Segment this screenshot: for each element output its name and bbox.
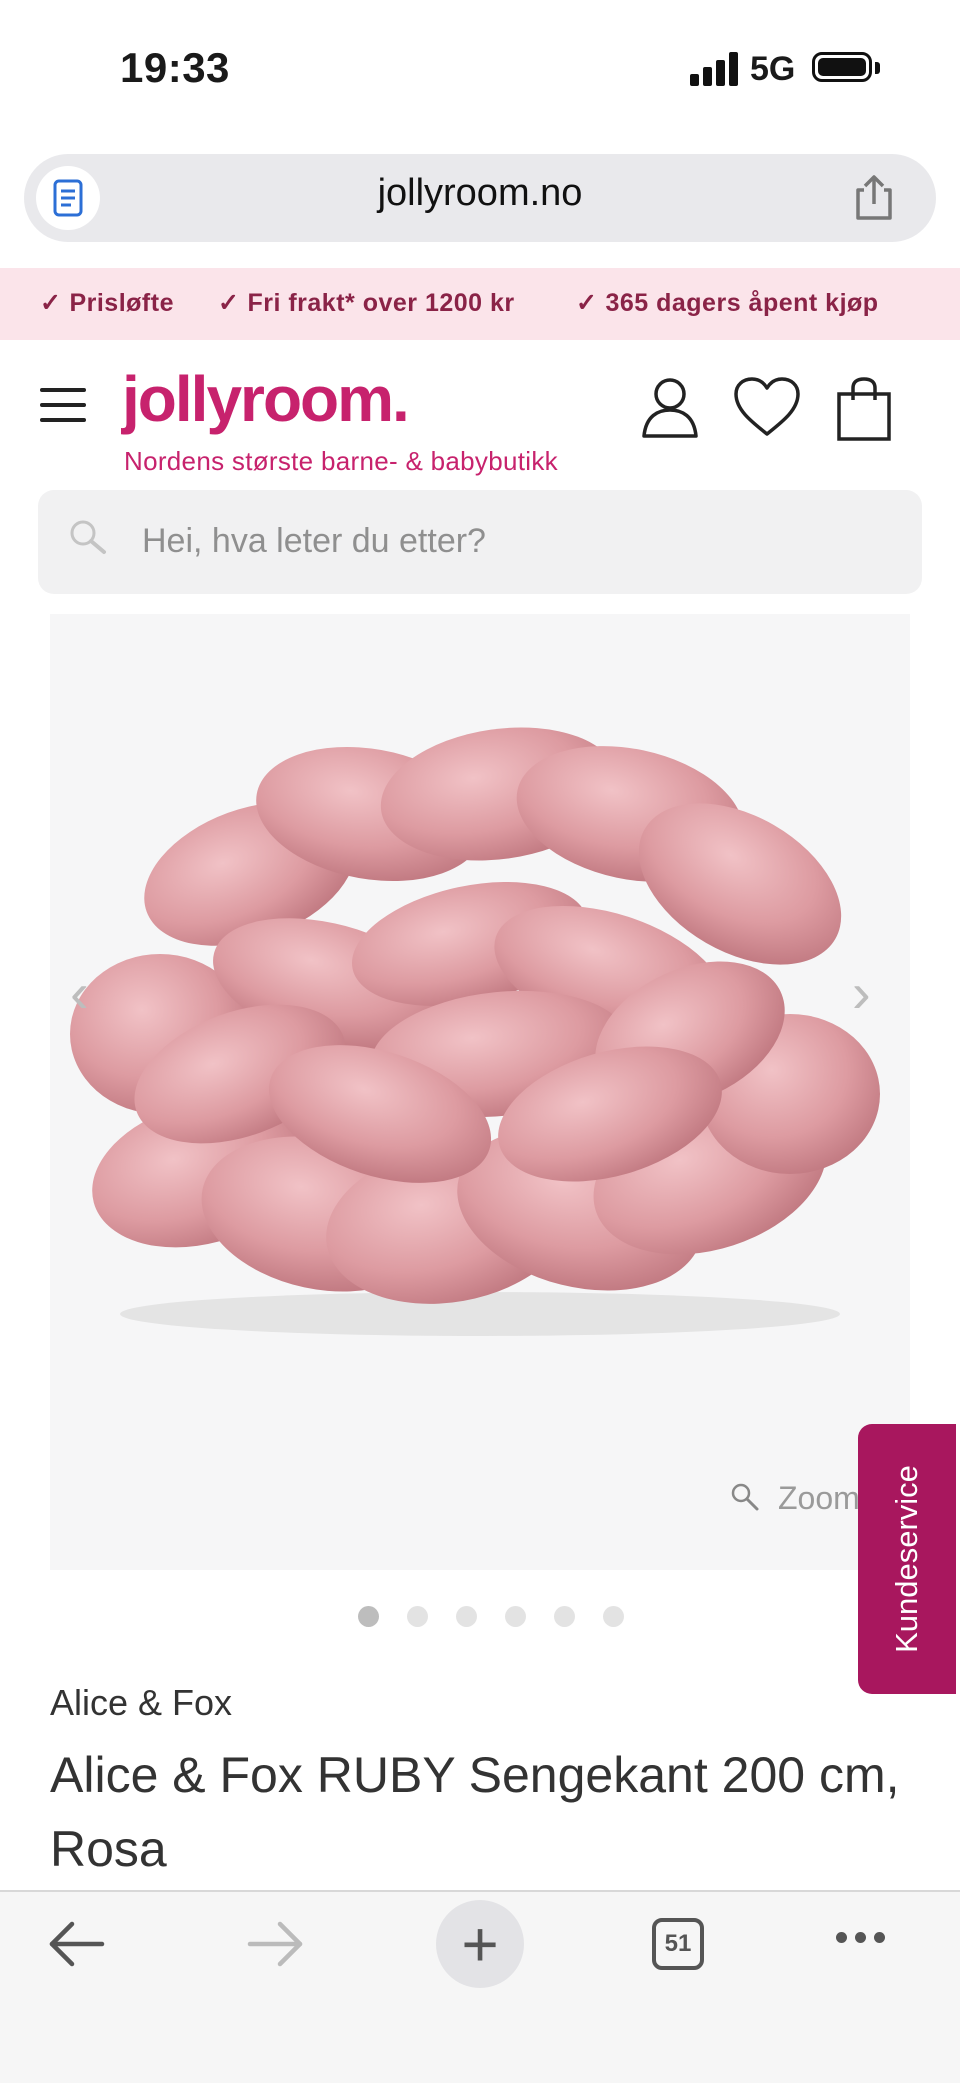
new-tab-plus-icon[interactable]: + (436, 1900, 524, 1988)
site-tagline: Nordens største barne- & babybutikk (124, 446, 558, 476)
gallery-pagination (358, 1606, 624, 1627)
pagination-dot[interactable] (407, 1606, 428, 1627)
usp-item: ✓ Fri frakt* over 1200 kr (218, 288, 515, 318)
battery-icon (812, 52, 872, 82)
forward-arrow-icon[interactable] (246, 1918, 306, 1975)
check-icon: ✓ (40, 289, 62, 317)
usp-label: Prisløfte (69, 289, 174, 317)
gallery-prev-icon[interactable]: ‹ (70, 960, 89, 1025)
pagination-dot[interactable] (358, 1606, 379, 1627)
url-text[interactable]: jollyroom.no (0, 172, 960, 215)
battery-tip (875, 62, 880, 74)
share-icon[interactable] (852, 174, 896, 227)
zoom-label: Zoom (778, 1480, 860, 1516)
cellular-signal-icon (690, 52, 738, 86)
customer-service-label: Kundeservice (889, 1465, 924, 1653)
usp-item: ✓ Prisløfte (40, 288, 174, 318)
check-icon: ✓ (218, 289, 240, 317)
zoom-button[interactable]: Zoom (730, 1480, 860, 1520)
usp-item: ✓ 365 dagers åpent kjøp (576, 288, 879, 318)
gallery-next-icon[interactable]: › (852, 960, 871, 1025)
tab-switcher-button[interactable]: 51 (652, 1918, 704, 1970)
wishlist-heart-icon[interactable] (732, 376, 802, 443)
shopping-bag-icon[interactable] (836, 376, 892, 447)
usp-label: Fri frakt* over 1200 kr (247, 289, 515, 317)
product-image (70, 727, 880, 1336)
product-image-gallery[interactable] (50, 614, 910, 1570)
pagination-dot[interactable] (554, 1606, 575, 1627)
pagination-dot[interactable] (603, 1606, 624, 1627)
customer-service-tab[interactable]: Kundeservice (858, 1424, 956, 1694)
search-icon (68, 518, 108, 563)
back-arrow-icon[interactable] (46, 1918, 106, 1975)
usp-label: 365 dagers åpent kjøp (605, 289, 879, 317)
more-options-icon[interactable] (836, 1930, 893, 1948)
pagination-dot[interactable] (456, 1606, 477, 1627)
site-logo[interactable]: jollyroom. (122, 362, 410, 436)
product-title: Alice & Fox RUBY Sengekant 200 cm, Rosa (50, 1747, 900, 1877)
status-time: 19:33 (120, 44, 230, 91)
account-icon[interactable] (640, 376, 700, 443)
pagination-dot[interactable] (505, 1606, 526, 1627)
network-type: 5G (750, 50, 796, 88)
zoom-icon (730, 1482, 760, 1520)
check-icon: ✓ (576, 289, 598, 317)
product-brand[interactable]: Alice & Fox (50, 1682, 232, 1724)
search-input[interactable]: Hei, hva leter du etter? (142, 522, 486, 561)
menu-icon[interactable] (40, 388, 86, 433)
